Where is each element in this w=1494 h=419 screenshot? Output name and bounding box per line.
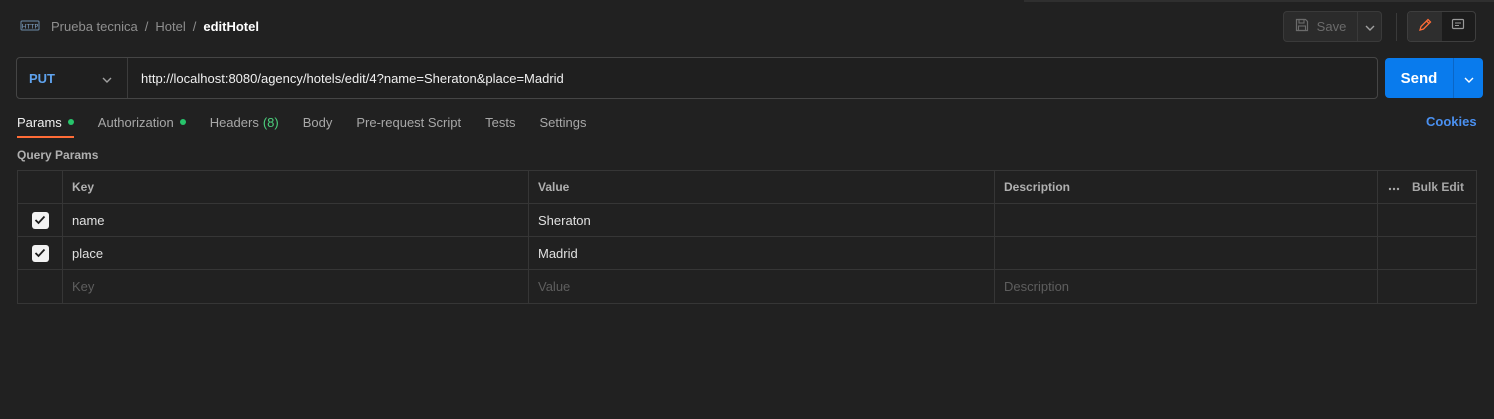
tab-settings[interactable]: Settings [539,108,586,138]
row-check-cell [18,204,63,236]
more-options-icon[interactable] [1388,180,1400,194]
tab-label: Body [302,114,333,130]
edit-mode-button[interactable] [1408,12,1442,41]
save-label: Save [1316,19,1347,34]
param-value-cell[interactable]: Sheraton [529,204,995,236]
row-extra-cell [1378,237,1476,269]
breadcrumb-separator: / [192,18,197,34]
save-icon [1295,18,1309,35]
table-row: name Sheraton [18,204,1476,237]
save-group: Save [1283,11,1382,42]
row-check-cell [18,237,63,269]
tab-authorization[interactable]: Authorization [98,108,186,138]
svg-text:HTTP: HTTP [22,23,39,31]
new-key-input[interactable]: Key [63,270,529,303]
request-tabs: Params Authorization Headers (8) Body Pre… [17,108,610,138]
request-name[interactable]: editHotel [203,19,259,34]
tab-params[interactable]: Params [17,108,74,138]
breadcrumb-item-collection[interactable]: Prueba tecnica [51,19,138,34]
tab-label: Tests [485,114,516,130]
tab-label: Settings [539,114,587,130]
pencil-icon [1418,18,1432,35]
chevron-down-icon [1365,19,1375,34]
send-button[interactable]: Send [1385,58,1453,98]
top-strip [1024,0,1494,2]
params-status-dot [67,119,74,125]
comments-mode-button[interactable] [1442,12,1476,41]
header-actions: Bulk Edit [1378,171,1476,203]
param-key-cell[interactable]: place [63,237,529,269]
toolbar-divider [1396,13,1397,41]
row-extra-cell [1378,270,1476,303]
new-description-input[interactable]: Description [995,270,1378,303]
tab-body[interactable]: Body [303,108,333,138]
row-extra-cell [1378,204,1476,236]
param-description-cell[interactable] [995,237,1378,269]
header-check-cell [18,171,63,203]
auth-status-dot [179,119,186,125]
comment-icon [1451,18,1465,35]
query-params-table: Key Value Description Bulk Edit name She… [17,170,1477,304]
table-row: place Madrid [18,237,1476,270]
param-checkbox[interactable] [31,211,49,229]
breadcrumb-item-folder[interactable]: Hotel [155,19,185,34]
chevron-down-icon [102,71,112,86]
column-header-description: Description [995,171,1378,203]
tab-headers[interactable]: Headers (8) [210,108,279,138]
tab-label: Authorization [97,114,174,130]
tab-tests[interactable]: Tests [485,108,515,138]
column-header-value: Value [529,171,995,203]
column-header-key: Key [63,171,529,203]
request-url-bar: PUT http://localhost:8080/agency/hotels/… [16,57,1378,99]
method-label: PUT [29,70,55,86]
tab-pre-request-script[interactable]: Pre-request Script [356,108,461,138]
breadcrumb: HTTP Prueba tecnica / Hotel / editHotel [20,14,259,38]
row-check-cell [18,270,63,303]
table-row-new: Key Value Description [18,270,1476,303]
param-checkbox[interactable] [31,244,49,262]
send-options-button[interactable] [1453,58,1483,98]
tab-label: Params [17,114,62,130]
view-mode-toggle [1407,11,1476,42]
param-key-cell[interactable]: name [63,204,529,236]
save-options-button[interactable] [1358,11,1382,42]
cookies-link[interactable]: Cookies [1426,114,1477,129]
send-group: Send [1385,58,1483,98]
save-button[interactable]: Save [1283,11,1358,42]
tab-label: Pre-request Script [356,114,462,130]
tab-label: Headers [209,114,259,130]
table-header-row: Key Value Description Bulk Edit [18,171,1476,204]
method-select[interactable]: PUT [17,58,128,98]
bulk-edit-button[interactable]: Bulk Edit [1412,180,1464,194]
query-params-title: Query Params [17,148,99,162]
chevron-down-icon [1464,71,1474,86]
param-description-cell[interactable] [995,204,1378,236]
url-input[interactable]: http://localhost:8080/agency/hotels/edit… [128,71,564,86]
http-request-icon: HTTP [20,17,40,35]
headers-count: (8) [262,114,279,130]
new-value-input[interactable]: Value [529,270,995,303]
breadcrumb-separator: / [144,18,149,34]
param-value-cell[interactable]: Madrid [529,237,995,269]
